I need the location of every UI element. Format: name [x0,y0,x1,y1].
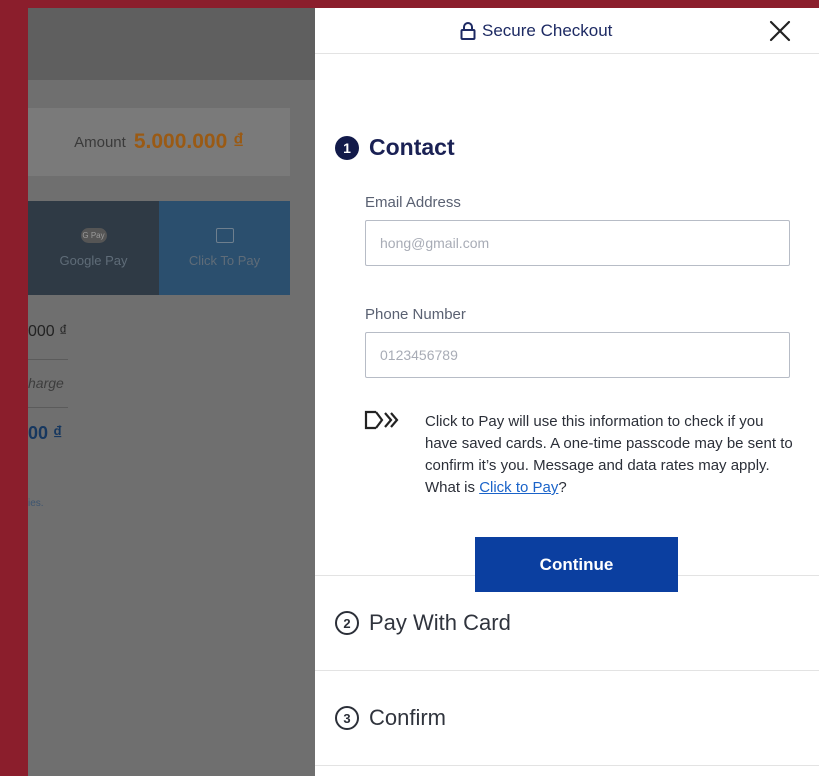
click-to-pay-info: Click to Pay will use this information t… [425,411,793,499]
modal-header: Secure Checkout [315,8,819,54]
step-number-2: 2 [335,611,359,635]
amount-card: Amount 5.000.000 ₫ [28,108,290,176]
email-field[interactable] [365,220,790,266]
amount-label: Amount [74,133,126,151]
pay-with-card-header: 2 Pay With Card [335,610,511,636]
pay-with-card-section[interactable]: 2 Pay With Card [315,576,819,671]
payment-tabs: G Pay Google Pay Click To Pay [28,201,290,303]
tab-google-pay[interactable]: G Pay Google Pay [28,201,159,295]
summary-divider [28,407,68,408]
pay-with-card-title: Pay With Card [369,610,511,635]
summary-line-2: harge [28,375,64,391]
contact-step-header: 1 Contact [335,134,455,161]
gpay-badge-icon: G Pay [80,228,107,243]
confirm-header: 3 Confirm [335,705,446,731]
policies-link[interactable]: ies. [28,498,44,509]
click-to-pay-link[interactable]: Click to Pay [479,479,558,496]
step-number-3: 3 [335,706,359,730]
confirm-title: Confirm [369,705,447,730]
order-summary: 000 ₫ harge 00 ₫ [28,295,290,485]
click-to-pay-icon [364,410,399,430]
contact-title: Contact [369,134,455,160]
tab-click-to-pay-label: Click To Pay [188,253,261,268]
secure-checkout-title: Secure Checkout [460,21,612,41]
email-label: Email Address [365,194,461,211]
secure-checkout-label: Secure Checkout [482,21,613,40]
background-page: Amount 5.000.000 ₫ G Pay Google Pay Clic… [28,8,328,776]
phone-label: Phone Number [365,306,466,323]
secure-checkout-modal: Secure Checkout 1 Contact Email Address … [315,8,819,776]
close-icon [769,20,791,42]
phone-field[interactable] [365,332,790,378]
card-icon [215,228,234,243]
info-suffix: ? [558,479,567,496]
tab-click-to-pay[interactable]: Click To Pay [159,201,290,303]
amount-value: 5.000.000 ₫ [133,130,244,153]
background-header [28,8,328,80]
confirm-section[interactable]: 3 Confirm [315,671,819,766]
step-number-1: 1 [335,135,359,160]
contact-section: 1 Contact Email Address Phone Number Cli… [315,54,819,592]
summary-divider [28,359,68,360]
tab-google-pay-label: Google Pay [59,253,128,268]
lock-icon [460,22,476,40]
summary-line-1: 000 ₫ [28,323,68,340]
close-button[interactable] [767,18,793,44]
summary-total: 00 ₫ [28,423,63,443]
